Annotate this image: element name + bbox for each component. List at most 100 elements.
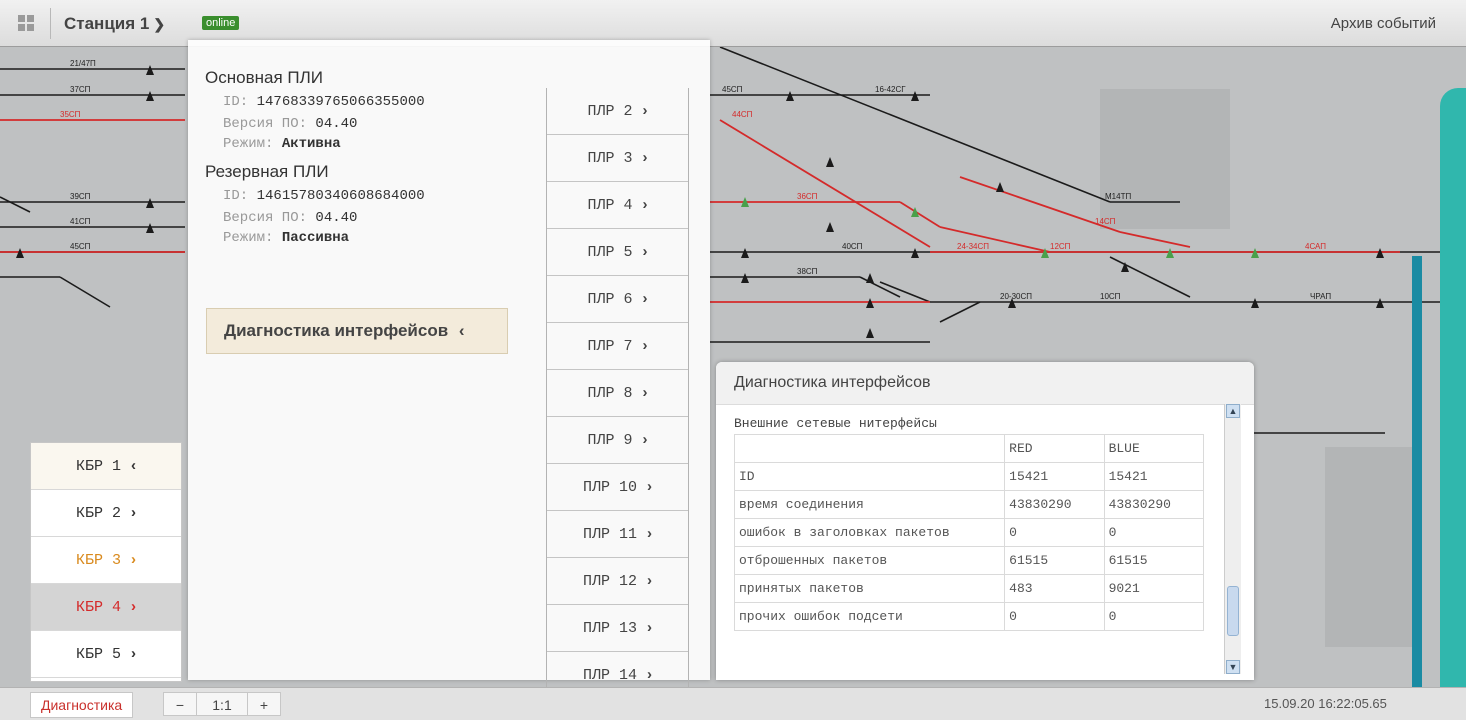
chevron-left-icon: ‹	[458, 321, 465, 340]
plr-item[interactable]: ПЛР 7 ›	[547, 323, 688, 370]
svg-text:45СП: 45СП	[722, 85, 743, 94]
table-cell: принятых пакетов	[733, 574, 1006, 603]
plr-item[interactable]: ПЛР 13 ›	[547, 605, 688, 652]
plr-item[interactable]: ПЛР 10 ›	[547, 464, 688, 511]
main-pli-mode: Режим: Активна	[223, 136, 341, 152]
svg-text:41СП: 41СП	[70, 217, 91, 226]
diagnostics-scrollbar[interactable]: ▲ ▼	[1224, 404, 1241, 674]
table-cell: 43830290	[1004, 490, 1105, 519]
table-cell: отброшенных пакетов	[733, 546, 1006, 575]
scroll-down-icon[interactable]: ▼	[1226, 660, 1240, 674]
scrollbar-thumb[interactable]	[1227, 586, 1239, 636]
table-cell: 15421	[1004, 462, 1105, 491]
svg-text:38СП: 38СП	[797, 267, 818, 276]
zoom-in-button[interactable]: +	[247, 692, 281, 716]
timestamp: 15.09.20 16:22:05.65	[1264, 696, 1387, 711]
chevron-right-icon: ›	[642, 337, 648, 354]
chevron-right-icon: ›	[647, 619, 652, 636]
kbr-item[interactable]: КБР 5 ›	[31, 631, 181, 678]
table-row: отброшенных пакетов 61515 61515	[733, 546, 1205, 575]
plr-item[interactable]: ПЛР 5 ›	[547, 229, 688, 276]
interface-diagnostics-label: Диагностика интерфейсов	[224, 321, 449, 340]
table-row: ошибок в заголовках пакетов 0 0	[733, 518, 1205, 547]
table-cell: прочих ошибок подсети	[733, 602, 1006, 631]
chevron-right-icon: ›	[131, 551, 136, 568]
toolbar-divider	[50, 8, 51, 39]
table-header-row: RED BLUE	[733, 434, 1205, 463]
reserve-pli-version: Версия ПО: 04.40	[223, 210, 358, 226]
teal-accent-bar	[1412, 256, 1422, 720]
plr-item[interactable]: ПЛР 9 ›	[547, 417, 688, 464]
chevron-right-icon: ›	[642, 149, 648, 166]
svg-text:35СП: 35СП	[60, 110, 81, 119]
table-row: время соединения 43830290 43830290	[733, 490, 1205, 519]
table-cell: 0	[1004, 602, 1105, 631]
chevron-right-icon: ›	[642, 384, 648, 401]
bottom-bar: Диагностика − 1:1 + 15.09.20 16:22:05.65	[0, 687, 1466, 720]
table-cell: 0	[1103, 518, 1205, 547]
table-cell: 61515	[1004, 546, 1105, 575]
svg-text:37СП: 37СП	[70, 85, 91, 94]
table-cell: ID	[733, 462, 1006, 491]
svg-text:21/47П: 21/47П	[70, 59, 96, 68]
interface-diagnostics-button[interactable]: Диагностика интерфейсов ‹	[206, 308, 508, 354]
kbr-list: КБР 1 ‹ КБР 2 › КБР 3 › КБР 4 › КБР 5 ›	[30, 442, 182, 682]
svg-text:М14ТП: М14ТП	[1105, 192, 1131, 201]
plr-item[interactable]: ПЛР 2 ›	[547, 88, 688, 135]
chevron-right-icon: ›	[647, 478, 652, 495]
plr-item[interactable]: ПЛР 4 ›	[547, 182, 688, 229]
kbr-item[interactable]: КБР 2 ›	[31, 490, 181, 537]
plr-item[interactable]: ПЛР 6 ›	[547, 276, 688, 323]
reserve-pli-mode: Режим: Пассивна	[223, 230, 350, 246]
svg-text:14СП: 14СП	[1095, 217, 1116, 226]
chevron-down-icon: ❯	[153, 16, 166, 32]
event-archive-link[interactable]: Архив событий	[1331, 15, 1436, 32]
plr-item[interactable]: ПЛР 3 ›	[547, 135, 688, 182]
zoom-out-button[interactable]: −	[163, 692, 197, 716]
kbr-item[interactable]: КБР 3 ›	[31, 537, 181, 584]
table-cell: 0	[1004, 518, 1105, 547]
plr-item[interactable]: ПЛР 12 ›	[547, 558, 688, 605]
kbr-item[interactable]: КБР 1 ‹	[31, 443, 181, 490]
main-pli-title: Основная ПЛИ	[205, 68, 323, 87]
svg-text:12СП: 12СП	[1050, 242, 1071, 251]
scroll-up-icon[interactable]: ▲	[1226, 404, 1240, 418]
svg-text:ЧРАП: ЧРАП	[1310, 292, 1331, 301]
apps-grid-icon[interactable]	[18, 15, 34, 31]
reserve-pli-id: ID: 14615780340608684000	[223, 188, 425, 204]
external-interfaces-title: Внешние сетевые нитерфейсы	[734, 416, 937, 431]
table-row: ID 15421 15421	[733, 462, 1205, 491]
station-selector[interactable]: Станция 1 ❯	[64, 14, 165, 34]
table-cell: 9021	[1103, 574, 1205, 603]
chevron-right-icon: ›	[642, 431, 648, 448]
pli-panel: Основная ПЛИ ID: 14768339765066355000 Ве…	[188, 40, 710, 708]
station-label: Станция 1	[64, 14, 150, 33]
table-row: принятых пакетов 483 9021	[733, 574, 1205, 603]
svg-text:40СП: 40СП	[842, 242, 863, 251]
main-pli-version: Версия ПО: 04.40	[223, 116, 358, 132]
zoom-reset-button[interactable]: 1:1	[196, 692, 248, 716]
svg-text:45СП: 45СП	[70, 242, 91, 251]
main-pli-id: ID: 14768339765066355000	[223, 94, 425, 110]
svg-text:4САП: 4САП	[1305, 242, 1326, 251]
chevron-right-icon: ›	[642, 243, 648, 260]
plr-list: ПЛР 2 › ПЛР 3 › ПЛР 4 › ПЛР 5 › ПЛР 6 › ПЛР 7…	[546, 88, 689, 708]
svg-text:20-30СП: 20-30СП	[1000, 292, 1032, 301]
plr-item[interactable]: ПЛР 11 ›	[547, 511, 688, 558]
kbr-item[interactable]: КБР 4 ›	[31, 584, 181, 631]
reserve-pli-title: Резервная ПЛИ	[205, 162, 329, 181]
diagnostics-button[interactable]: Диагностика	[30, 692, 134, 718]
diagnostics-panel-title: Диагностика интерфейсов	[716, 362, 1254, 405]
table-cell: 483	[1004, 574, 1105, 603]
table-cell: 61515	[1103, 546, 1205, 575]
svg-text:24-34СП: 24-34СП	[957, 242, 989, 251]
chevron-left-icon: ‹	[131, 457, 136, 474]
table-cell: 43830290	[1103, 490, 1205, 519]
chevron-right-icon: ›	[642, 196, 648, 213]
table-header-cell: RED	[1004, 434, 1105, 463]
chevron-right-icon: ›	[647, 666, 652, 683]
svg-text:36СП: 36СП	[797, 192, 818, 201]
table-header-cell	[733, 434, 1006, 463]
status-badge: online	[202, 16, 240, 30]
plr-item[interactable]: ПЛР 8 ›	[547, 370, 688, 417]
